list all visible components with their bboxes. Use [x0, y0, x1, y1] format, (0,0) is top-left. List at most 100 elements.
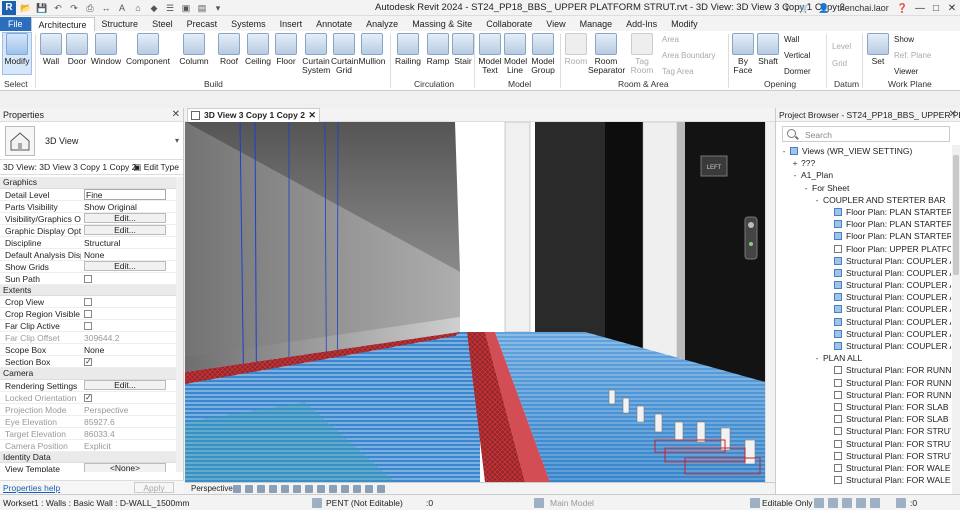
ribbon-tab-manage[interactable]: Manage: [573, 17, 620, 31]
phase-dropdown[interactable]: PENT (Not Editable): [326, 498, 403, 508]
open-icon[interactable]: 📂: [20, 2, 32, 14]
browser-tree-item[interactable]: Structural Plan: COUPLER AND ST: [776, 328, 951, 340]
viewport-scrollbar[interactable]: [765, 122, 774, 482]
shadows-icon[interactable]: [269, 485, 277, 493]
ribbon-tab-massing-site[interactable]: Massing & Site: [405, 17, 479, 31]
select-by-face-icon[interactable]: [856, 498, 866, 508]
collapse-icon[interactable]: -: [813, 194, 821, 206]
property-group-header[interactable]: Identity Data: [0, 451, 176, 463]
revit-logo[interactable]: R: [2, 0, 16, 15]
ribbon-tab-modify[interactable]: Modify: [664, 17, 705, 31]
design-option-dropdown[interactable]: Main Model: [550, 498, 594, 508]
close-icon[interactable]: ✕: [949, 108, 957, 121]
show-workplane-button[interactable]: Show: [894, 35, 914, 44]
browser-tree-item[interactable]: Structural Plan: FOR SLAB (BOTTO: [776, 401, 951, 413]
measure-icon[interactable]: ↔: [100, 2, 112, 14]
model-line-button[interactable]: Model Line: [504, 33, 527, 75]
detail-level-icon[interactable]: [233, 485, 241, 493]
unlocked-view-icon[interactable]: [317, 485, 325, 493]
property-edit-button[interactable]: Edit...: [84, 379, 166, 390]
collapse-icon[interactable]: -: [813, 352, 821, 364]
browser-tree-item[interactable]: - Views (WR_VIEW SETTING): [776, 145, 951, 157]
ribbon-tab-add-ins[interactable]: Add-Ins: [619, 17, 664, 31]
collapse-icon[interactable]: -: [802, 182, 810, 194]
property-checkbox[interactable]: [84, 356, 92, 368]
browser-tree-item[interactable]: Structural Plan: FOR RUNNER BEA: [776, 364, 951, 376]
browser-tree-item[interactable]: - COUPLER AND STERTER BAR: [776, 194, 951, 206]
panel-select[interactable]: Select: [4, 79, 28, 89]
browser-tree-item[interactable]: Structural Plan: COUPLER AND ST: [776, 279, 951, 291]
instance-filter[interactable]: 3D View: 3D View 3 Copy 1 Copy 2 ▣ Edit …: [0, 160, 183, 175]
drag-elements-icon[interactable]: [870, 498, 880, 508]
viewer-button[interactable]: Viewer: [894, 67, 918, 76]
section-icon[interactable]: ◆: [148, 2, 160, 14]
browser-tree-item[interactable]: - A1_Plan: [776, 169, 951, 181]
browser-tree-item[interactable]: Structural Plan: FOR RUNNER BEA: [776, 377, 951, 389]
editable-only-icon[interactable]: [750, 498, 760, 508]
ramp-button[interactable]: Ramp: [426, 33, 450, 66]
close-icon[interactable]: ✕: [308, 109, 316, 122]
analytical-model-icon[interactable]: [377, 485, 385, 493]
ribbon-tab-systems[interactable]: Systems: [224, 17, 273, 31]
mullion-button[interactable]: Mullion: [358, 33, 386, 66]
area-button[interactable]: Area: [662, 35, 679, 44]
component-button[interactable]: Component: [126, 33, 170, 66]
set-button[interactable]: Set: [866, 33, 890, 66]
browser-tree-item[interactable]: Structural Plan: COUPLER AND ST: [776, 303, 951, 315]
room-button[interactable]: Room: [564, 33, 588, 66]
browser-tree-item[interactable]: +???: [776, 157, 951, 169]
ceiling-button[interactable]: Ceiling: [244, 33, 272, 66]
wall-button[interactable]: Wall: [40, 33, 62, 66]
ribbon-tab-collaborate[interactable]: Collaborate: [479, 17, 539, 31]
save-icon[interactable]: 💾: [36, 2, 48, 14]
door-button[interactable]: Door: [66, 33, 88, 66]
column-button[interactable]: Column: [178, 33, 210, 66]
curtain-grid-button[interactable]: Curtain Grid: [331, 33, 358, 75]
level-button[interactable]: Level: [832, 42, 851, 51]
text-icon[interactable]: A: [116, 2, 128, 14]
property-checkbox[interactable]: [84, 392, 92, 404]
select-links-icon[interactable]: [814, 498, 824, 508]
browser-tree-item[interactable]: Floor Plan: PLAN STARTER BAR C: [776, 218, 951, 230]
ribbon-tab-annotate[interactable]: Annotate: [309, 17, 359, 31]
help-icon[interactable]: ❓: [897, 3, 908, 14]
cart-icon[interactable]: 🛒: [799, 3, 810, 14]
thin-lines-icon[interactable]: ☰: [164, 2, 176, 14]
property-value[interactable]: None: [84, 344, 166, 356]
area-boundary-button[interactable]: Area Boundary: [662, 51, 715, 60]
chevron-down-icon[interactable]: ▾: [175, 136, 179, 145]
property-edit-button[interactable]: Edit...: [84, 224, 166, 235]
user-icon[interactable]: 👤: [818, 3, 829, 14]
3d-view-icon[interactable]: ⌂: [132, 2, 144, 14]
property-edit-button[interactable]: <None>: [84, 463, 166, 472]
print-icon[interactable]: ⎙: [84, 2, 96, 14]
switch-windows-icon[interactable]: ▤: [196, 2, 208, 14]
ref-plane-button[interactable]: Ref. Plane: [894, 51, 931, 60]
crop-region-icon[interactable]: [305, 485, 313, 493]
vertical-opening-button[interactable]: Vertical: [784, 51, 810, 60]
browser-tree-item[interactable]: Structural Plan: COUPLER AND ST: [776, 291, 951, 303]
property-group-header[interactable]: Graphics: [0, 177, 176, 189]
share-icon[interactable]: ⇪: [783, 3, 791, 14]
wall-opening-button[interactable]: Wall: [784, 35, 799, 44]
collapse-icon[interactable]: -: [780, 145, 788, 157]
ribbon-tab-structure[interactable]: Structure: [95, 17, 146, 31]
visual-style-icon[interactable]: [245, 485, 253, 493]
viewcube-label[interactable]: LEFT: [707, 165, 722, 171]
modify-button[interactable]: Modify: [3, 33, 31, 66]
browser-tree-item[interactable]: Structural Plan: FOR STRUT (BOTT: [776, 425, 951, 437]
scroll-thumb[interactable]: [953, 155, 959, 275]
property-value[interactable]: Structural: [84, 237, 166, 249]
property-value[interactable]: Fine: [84, 188, 166, 200]
browser-tree-item[interactable]: Structural Plan: FOR RUNNER BEA: [776, 389, 951, 401]
ribbon-tab-insert[interactable]: Insert: [273, 17, 310, 31]
property-group-header[interactable]: Extents: [0, 284, 176, 296]
ribbon-tab-steel[interactable]: Steel: [145, 17, 180, 31]
roof-button[interactable]: Roof: [216, 33, 242, 66]
property-checkbox[interactable]: [84, 310, 92, 318]
sun-path-icon[interactable]: [257, 485, 265, 493]
window-button[interactable]: Window: [90, 33, 122, 66]
redo-icon[interactable]: ↷: [68, 2, 80, 14]
close-icon[interactable]: ✕: [172, 108, 180, 122]
property-edit-button[interactable]: Edit...: [84, 212, 166, 223]
